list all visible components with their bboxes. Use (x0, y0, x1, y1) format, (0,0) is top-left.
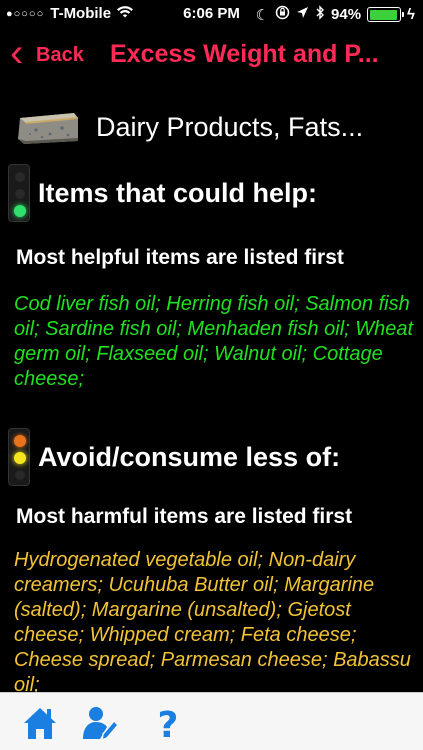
light-off (14, 171, 26, 183)
page-title: Excess Weight and P... (110, 40, 379, 68)
helpful-items-list: Cod liver fish oil; Herring fish oil; Sa… (14, 293, 414, 390)
harmful-section-header: Avoid/consume less of: (8, 428, 418, 488)
user-edit-icon (83, 707, 120, 742)
moon-icon: ☾ (255, 6, 270, 24)
back-button[interactable]: Back (10, 31, 84, 76)
light-yellow-on (14, 452, 26, 464)
harmful-subtitle: Most harmful items are listed first (16, 505, 353, 528)
bottom-toolbar: ? (0, 692, 423, 750)
location-icon (296, 6, 309, 23)
bluetooth-icon (315, 5, 325, 24)
charging-icon: ϟ (407, 6, 415, 23)
light-orange-on (14, 435, 26, 447)
category-header: Dairy Products, Fats... (16, 108, 416, 148)
battery-percent: 94% (331, 6, 362, 23)
helpful-subtitle: Most helpful items are listed first (16, 246, 344, 269)
helpful-section-header: Items that could help: (8, 164, 418, 224)
svg-text:?: ? (158, 705, 179, 743)
battery-level (369, 9, 397, 20)
navigation-bar: Back Excess Weight and P... (0, 28, 423, 86)
yellow-traffic-light-icon (8, 428, 30, 486)
help-icon: ? (158, 705, 179, 746)
harmful-section-title: Avoid/consume less of: (38, 442, 341, 472)
help-button[interactable]: ? (148, 703, 188, 746)
helpful-section-title: Items that could help: (38, 178, 318, 208)
light-green-on (14, 205, 26, 217)
green-traffic-light-icon (8, 164, 30, 222)
light-off (14, 469, 26, 481)
cheese-image (18, 113, 79, 144)
category-name: Dairy Products, Fats... (96, 112, 364, 142)
profile-edit-button[interactable] (80, 703, 120, 743)
content-scroll-area[interactable]: Dairy Products, Fats... Items that could… (0, 86, 423, 692)
status-bar: ●○○○○ T-Mobile 6:06 PM ☾ 94% ϟ (0, 0, 423, 28)
home-icon (24, 708, 56, 739)
battery-icon (367, 7, 405, 22)
status-right: ☾ 94% ϟ (256, 5, 415, 24)
rotation-lock-icon (275, 5, 290, 24)
harmful-items-list: Hydrogenated vegetable oil; Non-dairy cr… (14, 549, 411, 692)
light-off (14, 188, 26, 200)
home-button[interactable] (20, 703, 60, 743)
